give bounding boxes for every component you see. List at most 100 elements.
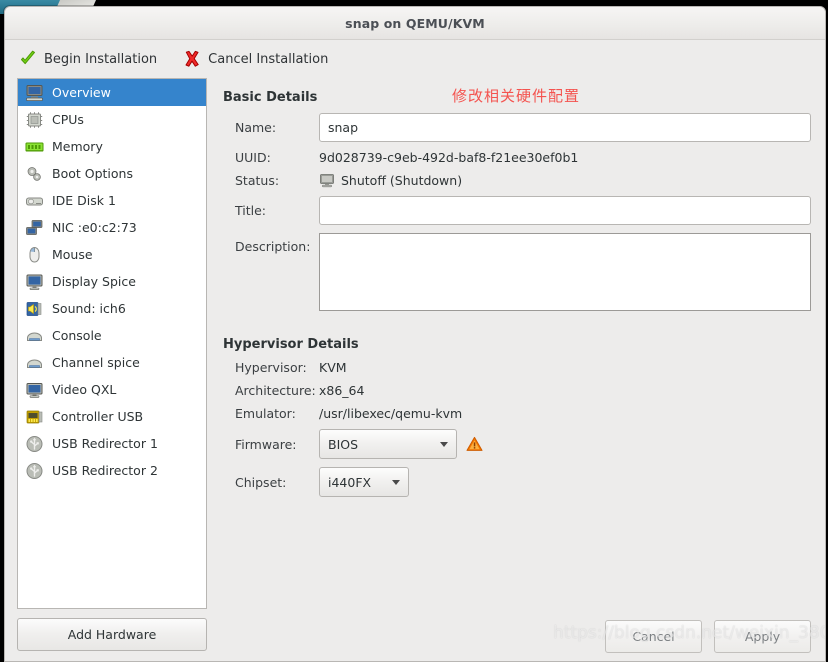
chipset-select[interactable]: i440FX — [319, 467, 409, 497]
sidebar-item-label: Sound: ich6 — [52, 301, 126, 316]
mouse-icon — [24, 245, 44, 264]
name-row: Name: — [223, 113, 811, 142]
sidebar-item-display-spice[interactable]: Display Spice — [18, 268, 206, 295]
chevron-down-icon — [440, 441, 448, 447]
console-icon — [24, 326, 44, 345]
chevron-down-icon — [392, 479, 400, 485]
sidebar-item-sound[interactable]: Sound: ich6 — [18, 295, 206, 322]
firmware-row: Firmware: BIOS — [223, 429, 811, 459]
sidebar-item-label: Overview — [52, 85, 111, 100]
sidebar-item-controller-usb[interactable]: Controller USB — [18, 403, 206, 430]
hypervisor-details-heading: Hypervisor Details — [223, 337, 359, 352]
title-row: Title: — [223, 196, 811, 225]
sidebar-item-channel-spice[interactable]: Channel spice — [18, 349, 206, 376]
sidebar-item-cpus[interactable]: CPUs — [18, 106, 206, 133]
sidebar-item-nic[interactable]: NIC :e0:c2:73 — [18, 214, 206, 241]
description-row: Description: — [223, 233, 811, 311]
architecture-value: x86_64 — [319, 383, 365, 398]
sidebar-item-label: USB Redirector 2 — [52, 463, 158, 478]
chipset-row: Chipset: i440FX — [223, 467, 811, 497]
sidebar-item-boot-options[interactable]: Boot Options — [18, 160, 206, 187]
sidebar-item-label: Console — [52, 328, 102, 343]
dialog-footer: Cancel Apply — [605, 620, 811, 653]
controller-card-icon — [24, 407, 44, 426]
sidebar-item-overview[interactable]: Overview — [18, 79, 206, 106]
sidebar-item-label: Memory — [52, 139, 103, 154]
video-card-icon — [24, 380, 44, 399]
sidebar-item-label: NIC :e0:c2:73 — [52, 220, 137, 235]
sidebar-item-label: Channel spice — [52, 355, 140, 370]
title-label: Title: — [235, 203, 266, 218]
red-x-icon — [183, 50, 201, 68]
uuid-value: 9d028739-c9eb-492d-baf8-f21ee30ef0b1 — [319, 150, 579, 165]
green-check-icon — [19, 50, 37, 68]
cancel-button-label: Cancel — [632, 629, 675, 644]
add-hardware-label: Add Hardware — [67, 627, 157, 642]
sidebar-item-usb-redirector-2[interactable]: USB Redirector 2 — [18, 457, 206, 484]
apply-button-label: Apply — [744, 629, 781, 644]
vm-details-window: snap on QEMU/KVM Begin Installation Canc… — [4, 6, 826, 662]
display-icon — [24, 272, 44, 291]
add-hardware-button[interactable]: Add Hardware — [17, 618, 207, 651]
channel-icon — [24, 353, 44, 372]
title-input[interactable] — [319, 196, 811, 225]
sidebar-item-mouse[interactable]: Mouse — [18, 241, 206, 268]
name-input[interactable] — [319, 113, 811, 142]
shutoff-monitor-icon — [319, 173, 335, 188]
usb-icon — [24, 461, 44, 480]
begin-installation-button[interactable]: Begin Installation — [17, 48, 159, 70]
window-body: Overview CPUs Memory Boot Options IDE Di… — [5, 78, 825, 661]
sidebar-item-ide-disk-1[interactable]: IDE Disk 1 — [18, 187, 206, 214]
name-label: Name: — [235, 120, 277, 135]
details-content: Basic Details Name: UUID: 9d028739-c9eb-… — [207, 78, 825, 661]
cpu-chip-icon — [24, 110, 44, 129]
hypervisor-label: Hypervisor: — [235, 360, 307, 375]
sidebar-item-label: Controller USB — [52, 409, 144, 424]
sidebar-item-label: CPUs — [52, 112, 84, 127]
firmware-select[interactable]: BIOS — [319, 429, 457, 459]
gears-icon — [24, 164, 44, 183]
sidebar-item-console[interactable]: Console — [18, 322, 206, 349]
firmware-value: BIOS — [328, 436, 359, 452]
hardware-list[interactable]: Overview CPUs Memory Boot Options IDE Di… — [17, 78, 207, 609]
monitor-icon — [24, 83, 44, 102]
begin-installation-label: Begin Installation — [44, 51, 158, 67]
sidebar-item-label: Display Spice — [52, 274, 136, 289]
cancel-installation-button[interactable]: Cancel Installation — [181, 48, 330, 70]
sidebar-item-label: Video QXL — [52, 382, 117, 397]
window-titlebar: snap on QEMU/KVM — [5, 7, 825, 40]
sidebar-item-label: Mouse — [52, 247, 93, 262]
sidebar-item-memory[interactable]: Memory — [18, 133, 206, 160]
sidebar-item-label: Boot Options — [52, 166, 133, 181]
status-value: Shutoff (Shutdown) — [341, 173, 463, 188]
sidebar-item-video-qxl[interactable]: Video QXL — [18, 376, 206, 403]
architecture-label: Architecture: — [235, 383, 316, 398]
sidebar-item-label: USB Redirector 1 — [52, 436, 158, 451]
emulator-label: Emulator: — [235, 406, 296, 421]
hypervisor-row: Hypervisor: KVM — [223, 360, 811, 375]
cancel-installation-label: Cancel Installation — [208, 51, 329, 67]
description-textarea[interactable] — [319, 233, 811, 311]
hypervisor-value: KVM — [319, 360, 347, 375]
uuid-row: UUID: 9d028739-c9eb-492d-baf8-f21ee30ef0… — [223, 150, 811, 165]
firmware-label: Firmware: — [235, 436, 297, 452]
sound-card-icon — [24, 299, 44, 318]
uuid-label: UUID: — [235, 150, 271, 165]
status-badge: Shutoff (Shutdown) — [319, 173, 462, 188]
chipset-label: Chipset: — [235, 474, 287, 490]
chipset-value: i440FX — [328, 474, 372, 490]
network-card-icon — [24, 218, 44, 237]
status-row: Status: Shutoff (Shutdown) — [223, 173, 811, 188]
installation-toolbar: Begin Installation Cancel Installation — [5, 40, 825, 78]
window-title: snap on QEMU/KVM — [345, 15, 485, 31]
basic-details-heading: Basic Details — [223, 90, 318, 105]
warning-triangle-icon — [466, 436, 483, 452]
cancel-button[interactable]: Cancel — [605, 620, 702, 653]
description-label: Description: — [235, 239, 311, 254]
status-label: Status: — [235, 173, 280, 188]
emulator-row: Emulator: /usr/libexec/qemu-kvm — [223, 406, 811, 421]
usb-icon — [24, 434, 44, 453]
apply-button[interactable]: Apply — [714, 620, 811, 653]
sidebar-item-usb-redirector-1[interactable]: USB Redirector 1 — [18, 430, 206, 457]
hardware-sidebar: Overview CPUs Memory Boot Options IDE Di… — [5, 78, 207, 661]
